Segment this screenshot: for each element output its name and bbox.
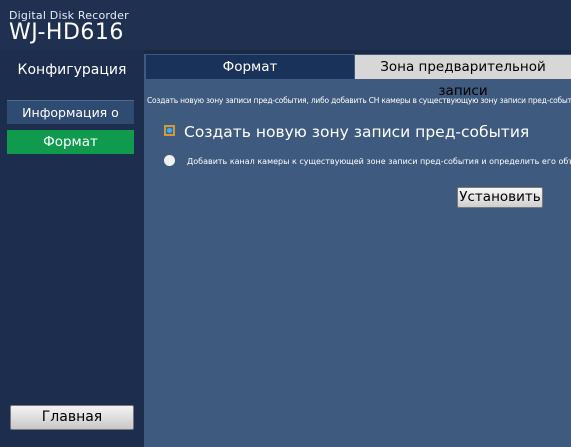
sidebar-title: Конфигурация [17, 62, 127, 78]
main-panel [144, 54, 571, 447]
radio-unselected-icon[interactable] [164, 155, 175, 166]
set-button[interactable]: Установить [457, 187, 543, 208]
description-text: Создать новую зону записи пред-события, … [147, 96, 571, 105]
sidebar-item-disk-info[interactable]: Информация о диске [7, 100, 134, 144]
option-create-zone-label: Создать новую зону записи пред-события [184, 123, 530, 141]
option-create-zone[interactable]: Создать новую зону записи пред-события [164, 123, 529, 141]
app-header: Digital Disk Recorder WJ-HD616 [0, 0, 571, 50]
tab-pre-record-zone[interactable]: Зона предварительной записи [355, 55, 571, 99]
sidebar-item-format[interactable]: Формат [7, 130, 134, 154]
product-model: WJ-HD616 [9, 20, 124, 45]
option-add-channel-label: Добавить канал камеры к существующей зон… [187, 157, 571, 166]
option-add-channel[interactable]: Добавить канал камеры к существующей зон… [164, 155, 571, 167]
home-button[interactable]: Главная [10, 405, 134, 430]
tab-format[interactable]: Формат [146, 55, 354, 79]
radio-selected-icon[interactable] [164, 125, 175, 136]
